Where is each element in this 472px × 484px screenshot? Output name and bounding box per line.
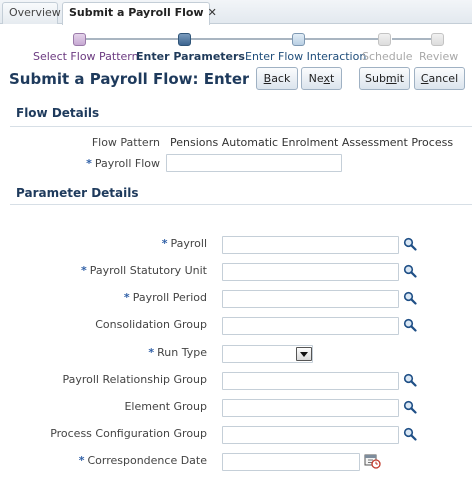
correspondence-date-label: * Correspondence Date xyxy=(78,454,207,467)
section-divider xyxy=(10,204,472,205)
flow-pattern-value: Pensions Automatic Enrolment Assessment … xyxy=(170,136,454,149)
train-stop-schedule xyxy=(378,33,391,46)
train-label-enter-parameters: Enter Parameters xyxy=(136,50,245,63)
train-label-review: Review xyxy=(419,50,459,63)
run-type-label: * Run Type xyxy=(148,346,207,359)
search-icon[interactable] xyxy=(403,318,417,332)
process-configuration-group-label: Process Configuration Group xyxy=(50,427,207,440)
consolidation-group-label: Consolidation Group xyxy=(95,318,207,331)
payroll-period-input[interactable] xyxy=(222,290,399,308)
search-icon[interactable] xyxy=(403,291,417,305)
dropdown-button[interactable] xyxy=(296,347,312,361)
train-stop-select-flow-pattern[interactable] xyxy=(73,33,86,46)
train-connector xyxy=(86,38,186,40)
tab-bar: Overview Submit a Payroll Flow ✕ xyxy=(0,0,472,25)
payroll-label: * Payroll xyxy=(161,237,207,250)
section-divider xyxy=(10,126,472,127)
submit-button[interactable]: Submit xyxy=(359,67,410,90)
train-connector xyxy=(392,38,432,40)
close-icon[interactable]: ✕ xyxy=(208,6,217,19)
tab-submit-payroll-flow[interactable]: Submit a Payroll Flow ✕ xyxy=(62,2,217,25)
page-title: Submit a Payroll Flow: Enter Par... xyxy=(9,70,249,88)
tab-label: Submit a Payroll Flow xyxy=(69,6,204,19)
payroll-period-label: * Payroll Period xyxy=(123,291,207,304)
search-icon[interactable] xyxy=(403,373,417,387)
parameter-details-heading: Parameter Details xyxy=(16,186,139,200)
back-button[interactable]: Back xyxy=(256,67,298,90)
chevron-down-icon xyxy=(300,352,308,357)
element-group-label: Element Group xyxy=(124,400,207,413)
train-stop-enter-flow-interaction[interactable] xyxy=(292,33,305,46)
payroll-input[interactable] xyxy=(222,236,399,254)
tab-overview[interactable]: Overview xyxy=(2,2,61,24)
process-configuration-group-input[interactable] xyxy=(222,426,399,444)
payroll-flow-input[interactable] xyxy=(166,154,342,172)
train-connector xyxy=(191,38,293,40)
cancel-button[interactable]: Cancel xyxy=(414,67,465,90)
correspondence-date-input[interactable] xyxy=(222,453,360,471)
required-marker: * xyxy=(86,157,92,170)
element-group-input[interactable] xyxy=(222,399,399,417)
search-icon[interactable] xyxy=(403,237,417,251)
calendar-icon[interactable] xyxy=(364,453,381,469)
train-label-schedule: Schedule xyxy=(362,50,413,63)
search-icon[interactable] xyxy=(403,400,417,414)
consolidation-group-input[interactable] xyxy=(222,317,399,335)
flow-details-heading: Flow Details xyxy=(16,106,100,120)
search-icon[interactable] xyxy=(403,427,417,441)
train-connector xyxy=(305,38,380,40)
payroll-statutory-unit-input[interactable] xyxy=(222,263,399,281)
payroll-relationship-group-label: Payroll Relationship Group xyxy=(62,373,207,386)
train-label-select-flow-pattern[interactable]: Select Flow Pattern xyxy=(33,50,139,63)
train-label-enter-flow-interaction[interactable]: Enter Flow Interaction xyxy=(245,50,366,63)
flow-pattern-label: Flow Pattern xyxy=(91,136,160,149)
train-stop-enter-parameters xyxy=(178,33,191,46)
payroll-relationship-group-input[interactable] xyxy=(222,372,399,390)
train-stop-review xyxy=(431,33,444,46)
search-icon[interactable] xyxy=(403,264,417,278)
payroll-flow-label: * Payroll Flow xyxy=(86,157,160,170)
payroll-statutory-unit-label: * Payroll Statutory Unit xyxy=(80,264,207,277)
next-button[interactable]: Next xyxy=(301,67,342,90)
